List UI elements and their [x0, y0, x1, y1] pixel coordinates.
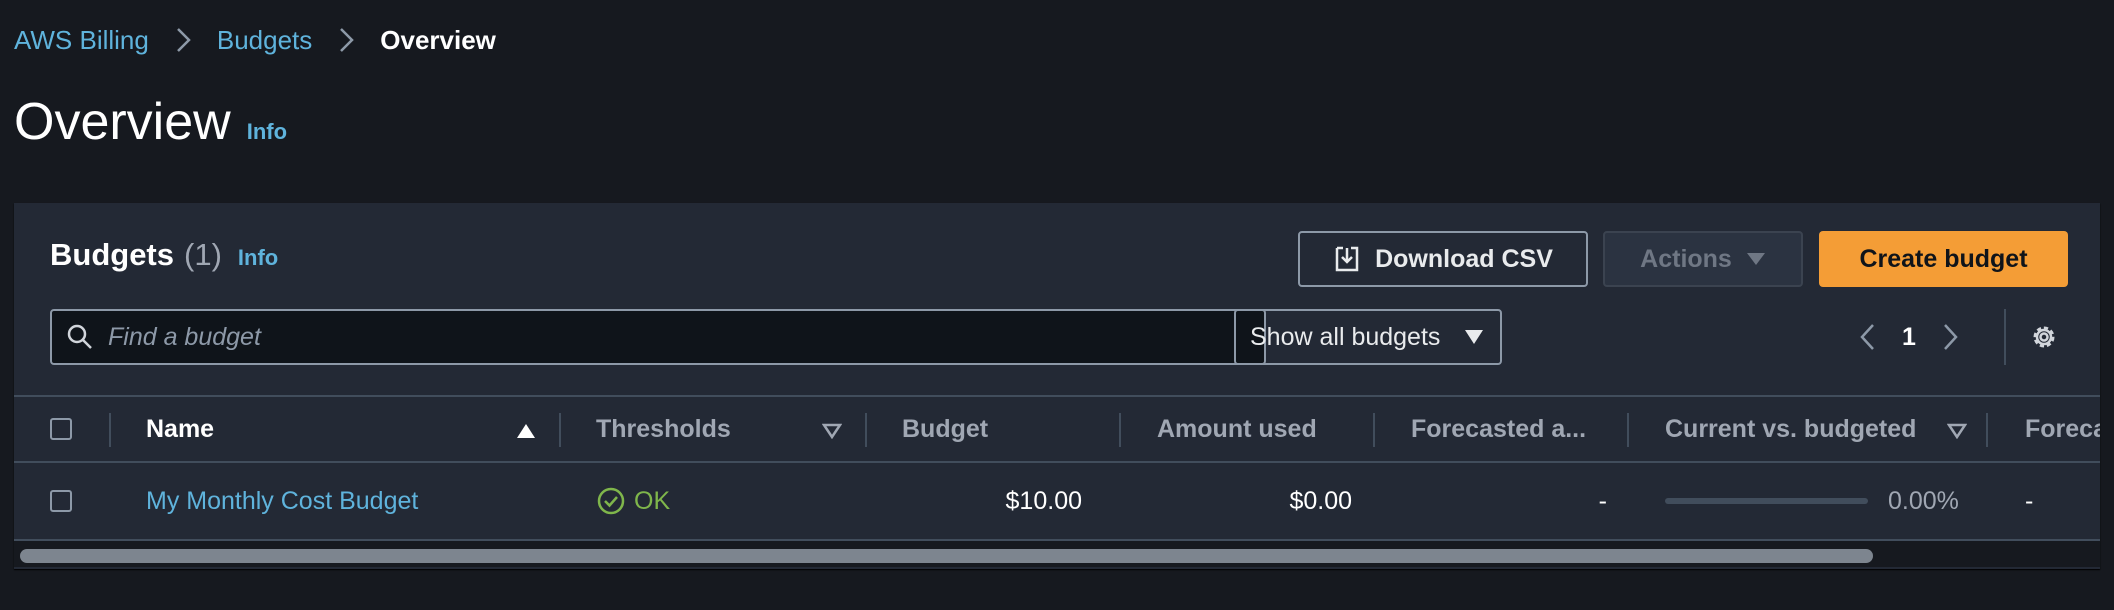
gear-icon[interactable] [2028, 321, 2060, 353]
column-divider [1373, 413, 1375, 447]
select-all-checkbox[interactable] [50, 418, 72, 440]
actions-dropdown-button[interactable]: Actions [1603, 231, 1803, 287]
forecasted-amount: - [1598, 486, 1607, 515]
column-divider [1627, 413, 1629, 447]
budgets-info-link[interactable]: Info [238, 245, 278, 271]
chevron-right-icon [176, 28, 191, 52]
budgets-panel-header: Budgets (1) Info [50, 237, 278, 273]
amount-used: $0.00 [1289, 486, 1352, 515]
threshold-status: OK [596, 463, 670, 539]
breadcrumb-budgets[interactable]: Budgets [217, 25, 312, 56]
sort-descending-icon[interactable] [822, 423, 842, 439]
column-header-amount-used[interactable]: Amount used [1157, 397, 1317, 461]
threshold-status-label: OK [634, 486, 671, 515]
sort-ascending-icon[interactable] [516, 423, 536, 439]
row-checkbox[interactable] [50, 490, 72, 512]
column-header-name[interactable]: Name [146, 397, 214, 461]
pager-divider [2004, 309, 2006, 365]
horizontal-scrollbar-thumb[interactable] [20, 549, 1873, 563]
horizontal-scrollbar[interactable] [14, 539, 2100, 567]
check-circle-icon [597, 487, 625, 515]
breadcrumb-overview: Overview [380, 24, 496, 55]
column-divider [865, 413, 867, 447]
current-vs-budgeted-progress [1665, 498, 1868, 504]
page-header: Overview Info [14, 96, 287, 148]
page-number[interactable]: 1 [1882, 323, 1936, 352]
chevron-right-icon[interactable] [1936, 321, 1964, 353]
pagination: 1 [1854, 315, 1964, 359]
column-header-forecast-truncated[interactable]: Foreca [2025, 397, 2100, 461]
column-divider [109, 413, 111, 447]
current-vs-budgeted-percent: 0.00% [1888, 486, 1959, 515]
budget-amount: $10.00 [1005, 486, 1082, 515]
column-header-budget[interactable]: Budget [902, 397, 988, 461]
chevron-right-icon [340, 28, 355, 52]
search-icon [67, 324, 92, 349]
column-header-current-vs-budgeted[interactable]: Current vs. budgeted [1665, 397, 1916, 461]
column-divider [559, 413, 561, 447]
column-divider [1119, 413, 1121, 447]
caret-down-icon [1465, 330, 1483, 344]
table-row: My Monthly Cost Budget OK $10.00 $0.00 -… [14, 463, 2100, 539]
budgets-panel: Budgets (1) Info Download CSV Actions Cr… [14, 203, 2100, 569]
budgets-count: (1) [184, 237, 222, 272]
download-csv-label: Download CSV [1375, 244, 1553, 273]
column-divider [1986, 413, 1988, 447]
breadcrumb-aws-billing[interactable]: AWS Billing [14, 25, 149, 56]
table-header: Name Thresholds Budget Amount used Forec… [14, 395, 2100, 463]
column-header-thresholds[interactable]: Thresholds [596, 397, 731, 461]
chevron-left-icon[interactable] [1854, 321, 1882, 353]
column-header-forecasted[interactable]: Forecasted a... [1411, 397, 1586, 461]
page-info-link[interactable]: Info [247, 119, 287, 145]
budget-name-link[interactable]: My Monthly Cost Budget [146, 463, 418, 539]
caret-down-icon [1746, 253, 1765, 265]
page-title: Overview [14, 93, 231, 151]
create-budget-button[interactable]: Create budget [1819, 231, 2068, 287]
download-csv-button[interactable]: Download CSV [1298, 231, 1588, 287]
search-box [50, 309, 1266, 365]
budgets-panel-title: Budgets [50, 237, 174, 272]
actions-label: Actions [1640, 244, 1732, 273]
budgets-filter-select[interactable]: Show all budgets [1234, 309, 1502, 365]
search-input[interactable] [94, 310, 1264, 364]
budgets-filter-value: Show all budgets [1250, 322, 1441, 351]
breadcrumb: AWS Billing Budgets Overview [14, 22, 496, 58]
forecast-truncated-value: - [2025, 486, 2034, 515]
download-icon [1335, 246, 1359, 272]
sort-descending-icon[interactable] [1947, 423, 1967, 439]
